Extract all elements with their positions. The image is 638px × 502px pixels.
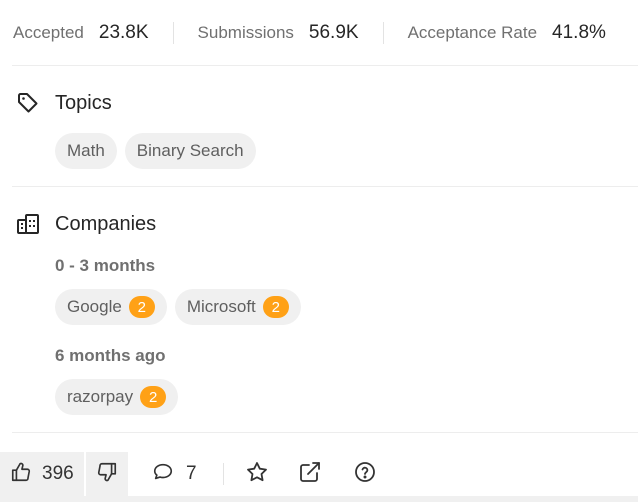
- company-name: razorpay: [67, 387, 134, 406]
- vote-group: 396: [0, 452, 128, 496]
- tag-label: Binary Search: [136, 141, 244, 160]
- companies-header[interactable]: Companies: [16, 212, 156, 236]
- topic-tags: Math Binary Search: [55, 133, 256, 169]
- favorite-button[interactable]: [245, 452, 269, 496]
- thumbs-up-icon: [10, 461, 32, 488]
- tag-label: Math: [67, 141, 105, 160]
- stat-value: 23.8K: [98, 21, 149, 43]
- stat-acceptance-rate: Acceptance Rate 41.8%: [408, 22, 606, 44]
- stat-value: 56.9K: [308, 21, 359, 43]
- share-button[interactable]: [298, 452, 322, 496]
- company-name: Google: [67, 297, 122, 316]
- stat-label: Accepted: [13, 22, 84, 42]
- topic-tag[interactable]: Binary Search: [124, 133, 256, 169]
- stat-label: Acceptance Rate: [407, 22, 538, 42]
- divider: [12, 65, 638, 66]
- divider-wrap: [223, 452, 224, 496]
- company-period: 0 - 3 months: [55, 256, 156, 275]
- stat-value: 41.8%: [552, 21, 606, 43]
- topic-tag[interactable]: Math: [55, 133, 117, 169]
- stats-bar: Accepted 23.8K Submissions 56.9K Accepta…: [0, 0, 638, 65]
- dislike-button[interactable]: [86, 452, 128, 496]
- section-title: Companies: [55, 212, 157, 235]
- comment-count: 7: [186, 463, 197, 484]
- divider: [223, 463, 224, 485]
- stat-submissions: Submissions 56.9K: [198, 22, 359, 44]
- stat-label: Submissions: [197, 22, 294, 42]
- divider: [12, 432, 638, 433]
- building-icon: [16, 212, 40, 236]
- thumbs-down-icon: [96, 461, 118, 488]
- company-period: 6 months ago: [55, 346, 166, 365]
- company-name: Microsoft: [186, 297, 256, 316]
- help-button[interactable]: [353, 452, 377, 496]
- topics-header[interactable]: Topics: [16, 91, 112, 115]
- count-badge: 2: [140, 386, 167, 408]
- count-badge: 2: [262, 296, 289, 318]
- like-button[interactable]: 396: [0, 452, 84, 496]
- company-tag-microsoft[interactable]: Microsoft 2: [174, 289, 301, 325]
- count-badge: 2: [128, 296, 155, 318]
- divider: [12, 186, 638, 187]
- stat-accepted: Accepted 23.8K: [13, 22, 149, 44]
- share-icon: [298, 460, 322, 489]
- divider: [382, 21, 384, 44]
- company-tag-google[interactable]: Google 2: [55, 289, 167, 325]
- comment-icon: [152, 461, 174, 488]
- section-title: Topics: [55, 91, 112, 114]
- company-tag-razorpay[interactable]: razorpay 2: [55, 379, 179, 415]
- tag-icon: [16, 91, 40, 115]
- comments-button[interactable]: 7: [152, 452, 197, 496]
- star-icon: [245, 460, 269, 489]
- company-tags: razorpay 2: [55, 379, 179, 415]
- like-count: 396: [42, 463, 74, 484]
- divider: [172, 21, 174, 44]
- help-icon: [353, 460, 377, 489]
- divider: [0, 496, 638, 502]
- company-tags: Google 2 Microsoft 2: [55, 289, 301, 325]
